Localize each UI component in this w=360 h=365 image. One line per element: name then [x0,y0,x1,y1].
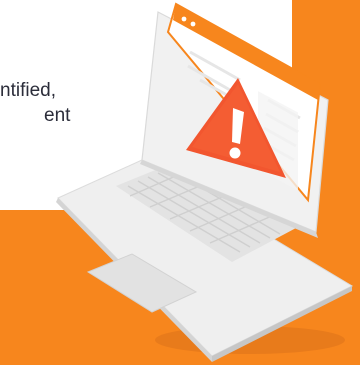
laptop-illustration [56,2,354,362]
window-dot-2 [190,21,196,27]
window-dot-1 [181,16,187,22]
